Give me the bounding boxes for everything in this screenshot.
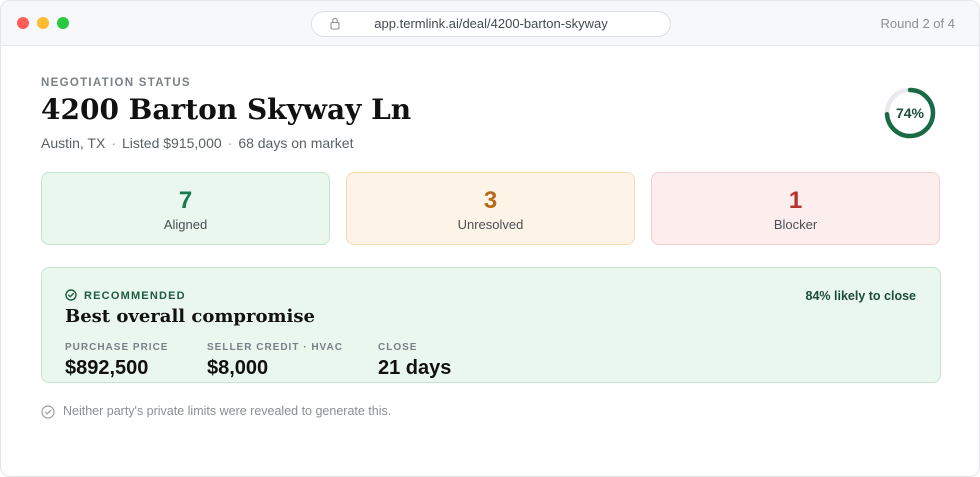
close-likelihood: 84% likely to close: [805, 289, 916, 303]
meta-separator: ·: [111, 135, 116, 151]
progress-ring: 74%: [883, 86, 937, 140]
term-value: $892,500: [65, 357, 149, 379]
check-circle-icon: [65, 289, 77, 301]
term-close: CLOSE 21 days: [378, 342, 451, 380]
blocker-label: Blocker: [773, 217, 818, 232]
unresolved-card[interactable]: 3 Unresolved: [346, 172, 635, 245]
term-label: SELLER CREDIT · HVAC: [207, 342, 343, 353]
term-value: 21 days: [378, 357, 452, 379]
footnote-text: Neither party's private limits were reve…: [63, 404, 392, 418]
term-purchase-price: PURCHASE PRICE $892,500: [65, 342, 168, 380]
unresolved-label: Unresolved: [457, 217, 524, 232]
meta-separator: ·: [227, 135, 233, 151]
property-meta: Austin, TX · Listed $915,000 · 68 days on ma…: [41, 135, 353, 151]
browser-window: app.termlink.ai/deal/4200-barton-skyway …: [0, 0, 980, 477]
aligned-count: 7: [178, 187, 193, 214]
term-value: $8,000: [207, 357, 269, 379]
close-window-button[interactable]: [17, 17, 29, 29]
recommended-badge: RECOMMENDED: [84, 290, 186, 302]
address-bar[interactable]: app.termlink.ai/deal/4200-barton-skyway: [311, 11, 671, 37]
term-seller-credit: SELLER CREDIT · HVAC $8,000: [207, 342, 343, 380]
aligned-label: Aligned: [163, 217, 208, 232]
recommendation-card[interactable]: RECOMMENDED 84% likely to close Best ove…: [41, 267, 941, 383]
section-eyebrow: NEGOTIATION STATUS: [41, 77, 191, 89]
url-text: app.termlink.ai/deal/4200-barton-skyway: [374, 16, 608, 31]
progress-percent: 74%: [895, 105, 925, 121]
minimize-window-button[interactable]: [37, 17, 49, 29]
term-label: PURCHASE PRICE: [65, 342, 169, 353]
term-label: CLOSE: [378, 342, 418, 353]
recommendation-headline: Best overall compromise: [65, 306, 315, 327]
maximize-window-button[interactable]: [57, 17, 69, 29]
unresolved-count: 3: [483, 187, 498, 214]
check-circle-icon: [41, 405, 55, 419]
blocker-count: 1: [788, 187, 803, 214]
location-text: Austin, TX: [41, 135, 106, 151]
blocker-card[interactable]: 1 Blocker: [651, 172, 940, 245]
property-title: 4200 Barton Skyway Ln: [41, 93, 412, 126]
days-on-market-text: 68 days on market: [238, 135, 354, 151]
title-bar: app.termlink.ai/deal/4200-barton-skyway …: [1, 1, 979, 46]
round-indicator: Round 2 of 4: [880, 16, 955, 31]
aligned-card[interactable]: 7 Aligned: [41, 172, 330, 245]
listing-price-text: Listed $915,000: [122, 135, 222, 151]
